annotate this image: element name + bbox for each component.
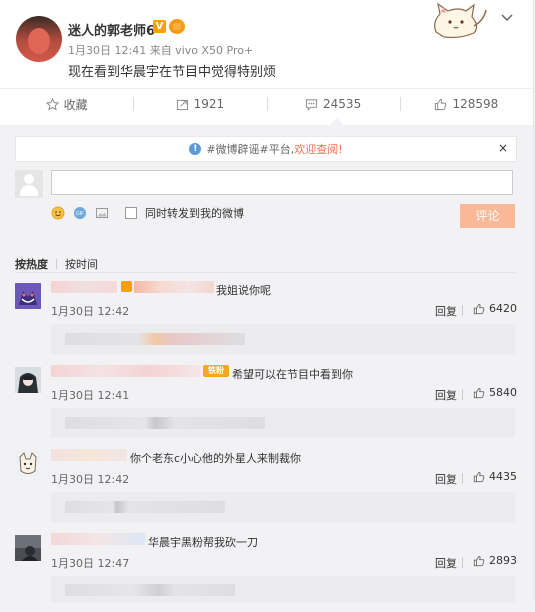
reply-button[interactable]: 回复 [435,303,457,319]
commenter-avatar[interactable] [15,451,41,477]
sort-by-time[interactable]: 按时间 [65,256,98,272]
reply-button[interactable]: 回复 [435,555,457,571]
reply-preview-blurred [51,324,515,354]
svg-text:GIF: GIF [76,211,84,217]
chevron-down-icon[interactable] [500,10,514,24]
comment-like-button[interactable]: 4435 [473,470,517,483]
thumbs-up-icon [473,387,485,398]
thumbs-up-icon [473,303,485,314]
thumbs-up-icon [473,555,485,566]
blur-segment [65,417,265,429]
comment-like-button[interactable]: 2893 [473,554,517,567]
blur-segment [65,501,225,513]
repost-count: 1921 [193,97,225,111]
commenter-name-blurred [51,533,145,545]
repost-button[interactable]: 1921 [133,89,266,119]
close-icon[interactable]: × [498,141,508,155]
author-avatar[interactable] [16,16,62,62]
blur-segment [65,584,235,596]
badge-icons-blurred [134,281,214,293]
comment-like-button[interactable]: 5840 [473,386,517,399]
reply-preview-blurred [51,576,515,602]
blur-segment [65,333,245,345]
like-count: 128598 [452,97,499,111]
comment-button[interactable]: 24535 [266,89,400,119]
forward-label: 同时转发到我的微博 [145,207,244,220]
favorite-button[interactable]: 收藏 [0,89,133,119]
verified-badge: V [153,20,166,33]
comment-like-button[interactable]: 6420 [473,302,517,315]
thumbs-up-icon [473,471,485,482]
comment-text: 我姐说你呢 [216,284,271,297]
sort-divider-line [15,272,515,273]
favorite-label: 收藏 [63,97,88,112]
comment-item: 华晨宇黑粉帮我砍一刀 1月30日 12:47 回复 2893 [0,528,533,612]
like-count: 2893 [489,554,517,567]
reply-preview-blurred [51,492,515,522]
like-button[interactable]: 128598 [399,89,533,119]
like-count: 4435 [489,470,517,483]
sort-divider [56,259,57,269]
active-tab-indicator [330,118,344,125]
image-icon[interactable] [95,206,109,220]
notice-text: #微博辟谣#平台, [206,143,295,156]
commenter-name-blurred [51,365,201,377]
comment-text: 华晨宇黑粉帮我砍一刀 [148,536,258,549]
divider [462,557,463,568]
comment-icon [305,98,318,111]
comment-item: 我姐说你呢 1月30日 12:42 回复 6420 [0,276,533,360]
comment-time: 1月30日 12:42 [51,473,130,486]
reply-button[interactable]: 回复 [435,387,457,403]
thumbs-up-icon [435,98,447,110]
comment-time: 1月30日 12:47 [51,557,130,570]
forward-checkbox[interactable] [125,207,137,219]
commenter-name-blurred [51,449,127,461]
comment-text: 希望可以在节目中看到你 [232,368,353,381]
like-count: 6420 [489,302,517,315]
post-text: 现在看到华晨宇在节目中觉得特别烦 [68,65,277,80]
author-name[interactable]: 迷人的郭老师6 [68,20,155,39]
cat-sticker-icon [434,2,487,39]
sort-by-hot[interactable]: 按热度 [15,256,48,272]
like-count: 5840 [489,386,517,399]
notice-link[interactable]: 欢迎查阅! [294,141,342,157]
divider [462,305,463,316]
commenter-avatar[interactable] [15,367,41,393]
fan-badge: 铁粉 [203,365,229,377]
reply-button[interactable]: 回复 [435,471,457,487]
action-bar: 收藏 1921 24535 128598 [0,88,533,119]
divider [462,389,463,400]
verified-badge [121,281,132,292]
reply-preview-blurred [51,408,515,438]
share-icon [176,99,188,110]
comment-item: 你个老东c小心他的外星人来制裁你 1月30日 12:42 回复 4435 [0,444,533,528]
comment-text: 你个老东c小心他的外星人来制裁你 [130,452,302,465]
composer-tools: GIF 同时转发到我的微博 [51,205,244,221]
emoji-icon[interactable] [51,206,65,220]
comment-input[interactable] [51,170,513,195]
gif-icon[interactable]: GIF [73,206,87,220]
sort-tabs: 按热度 按时间 [15,256,98,272]
rumor-notice: ! #微博辟谣#平台, 欢迎查阅! × [15,136,517,162]
commenter-name-blurred [51,281,117,293]
comment-time: 1月30日 12:41 [51,389,130,402]
my-avatar [15,170,43,198]
vip-badge-icon [169,19,185,34]
info-icon: ! [189,143,202,155]
star-icon [45,97,59,111]
commenter-avatar[interactable] [15,283,41,309]
author-avatar-face [28,28,50,54]
post-meta: 1月30日 12:41 来自 vivo X50 Pro+ [68,44,254,57]
comment-time: 1月30日 12:42 [51,305,130,318]
comment-count: 24535 [323,97,362,111]
divider [462,473,463,484]
commenter-avatar[interactable] [15,535,41,561]
submit-comment-button[interactable]: 评论 [460,204,515,228]
comment-item: 铁粉 希望可以在节目中看到你 1月30日 12:41 回复 5840 [0,360,533,444]
